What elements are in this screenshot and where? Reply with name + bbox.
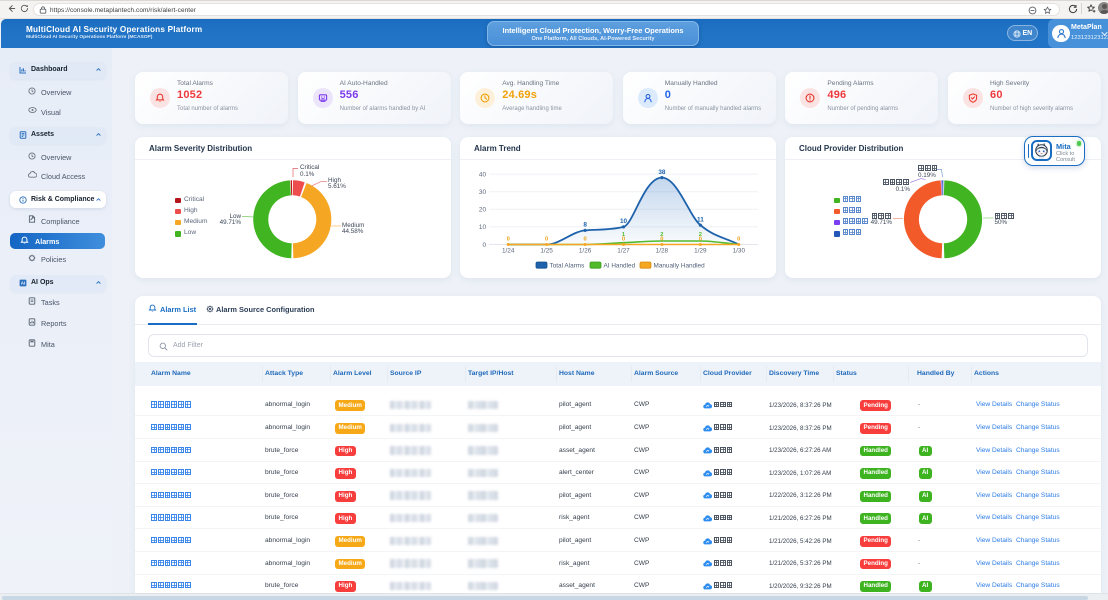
svg-text:2: 2 [699, 232, 702, 238]
svg-text:2: 2 [660, 232, 663, 238]
svg-text:10: 10 [620, 218, 628, 225]
svg-text:AI Handled: AI Handled [604, 262, 636, 269]
svg-text:10: 10 [479, 224, 487, 231]
svg-text:1/26: 1/26 [579, 247, 592, 254]
svg-text:Total Alarms: Total Alarms [550, 262, 585, 269]
svg-text:1/27: 1/27 [617, 247, 630, 254]
svg-text:Manually Handled: Manually Handled [654, 262, 706, 269]
svg-text:1/24: 1/24 [502, 247, 515, 254]
svg-text:1/25: 1/25 [540, 247, 553, 254]
svg-text:1/30: 1/30 [733, 247, 746, 254]
svg-text:38: 38 [658, 168, 666, 175]
svg-text:30: 30 [479, 189, 487, 196]
svg-text:0: 0 [737, 236, 740, 242]
svg-text:8: 8 [583, 221, 587, 228]
svg-text:0: 0 [507, 236, 510, 242]
svg-text:11: 11 [697, 216, 704, 223]
svg-text:1/29: 1/29 [694, 247, 707, 254]
svg-text:1/28: 1/28 [656, 247, 669, 254]
svg-text:0: 0 [583, 236, 586, 242]
svg-text:40: 40 [479, 171, 487, 178]
svg-text:0: 0 [545, 236, 548, 242]
svg-text:20: 20 [479, 206, 487, 213]
svg-text:AI: AI [21, 281, 25, 286]
svg-text:0: 0 [482, 241, 486, 248]
